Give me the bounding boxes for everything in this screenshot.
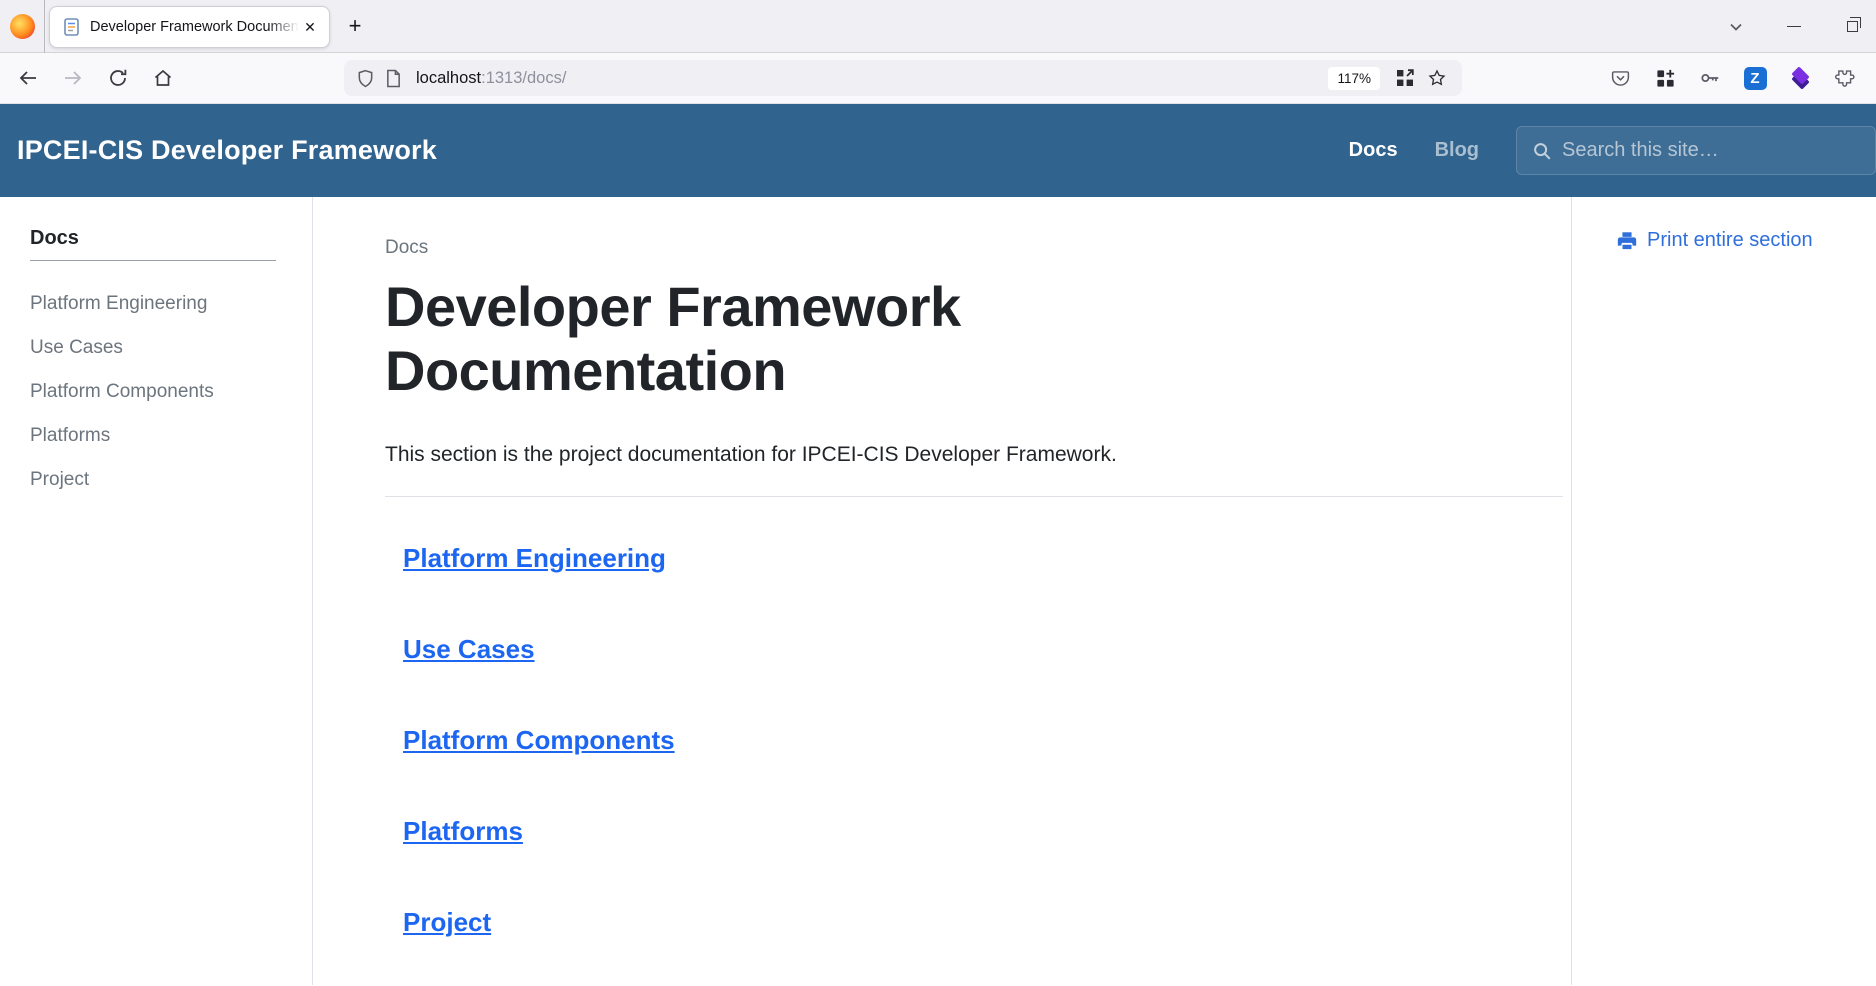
url-host: localhost	[416, 69, 481, 87]
password-manager-button[interactable]	[1692, 60, 1728, 96]
pocket-icon	[1610, 68, 1631, 89]
star-icon	[1427, 68, 1447, 88]
tab-title: Developer Framework Documen	[90, 19, 299, 35]
chevron-down-icon	[1728, 19, 1744, 35]
section-link-platform-components[interactable]: Platform Components	[403, 725, 675, 755]
restore-window-button[interactable]	[1836, 11, 1868, 43]
extensions-grid-icon	[1655, 68, 1676, 89]
list-item: Platform Engineering	[403, 541, 1563, 575]
list-all-tabs-button[interactable]	[1720, 11, 1752, 43]
puzzle-piece-icon	[1835, 68, 1856, 89]
bookmark-star-button[interactable]	[1422, 63, 1452, 93]
zoom-level-button[interactable]: 117%	[1328, 67, 1380, 90]
section-link-platform-engineering[interactable]: Platform Engineering	[403, 543, 666, 573]
print-link-label: Print entire section	[1647, 229, 1813, 252]
extensions-button[interactable]	[1647, 60, 1683, 96]
section-link-project[interactable]: Project	[403, 907, 491, 937]
nav-link-blog[interactable]: Blog	[1435, 139, 1479, 162]
list-item: Platform Components	[403, 723, 1563, 757]
minimize-icon	[1787, 26, 1801, 27]
minimize-button[interactable]	[1778, 11, 1810, 43]
content-divider	[385, 496, 1563, 497]
sidebar-divider	[30, 260, 276, 261]
url-text: localhost:1313/docs/	[416, 69, 1328, 88]
search-input[interactable]	[1562, 139, 1842, 162]
printer-icon	[1616, 230, 1638, 252]
forward-button[interactable]	[55, 60, 91, 96]
intro-paragraph: This section is the project documentatio…	[385, 440, 1563, 470]
content-area: Docs Platform Engineering Use Cases Plat…	[0, 197, 1876, 985]
zotero-extension-button[interactable]: Z	[1737, 60, 1773, 96]
home-icon	[153, 68, 173, 88]
search-icon	[1531, 140, 1553, 162]
page-permissions-icon[interactable]	[385, 69, 402, 88]
tab-strip-divider	[44, 0, 45, 53]
list-item: Project	[403, 905, 1563, 939]
section-index: Platform Engineering Use Cases Platform …	[403, 541, 1563, 939]
docs-sidebar: Docs Platform Engineering Use Cases Plat…	[0, 197, 313, 985]
print-entire-section-link[interactable]: Print entire section	[1616, 229, 1876, 252]
sidebar-item-platform-components[interactable]: Platform Components	[30, 379, 288, 405]
address-bar[interactable]: localhost:1313/docs/ 117%	[344, 60, 1462, 96]
list-item: Use Cases	[403, 632, 1563, 666]
sidebar-item-project[interactable]: Project	[30, 467, 288, 493]
grid-arrow-icon	[1395, 68, 1415, 88]
right-sidebar: Print entire section	[1571, 197, 1876, 985]
tracking-shield-icon[interactable]	[356, 69, 375, 88]
browser-window: Developer Framework Documen ✕ +	[0, 0, 1876, 986]
forward-arrow-icon	[63, 68, 83, 88]
page-action-grid-button[interactable]	[1390, 63, 1420, 93]
pocket-button[interactable]	[1602, 60, 1638, 96]
page-title: Developer Framework Documentation	[385, 275, 1145, 404]
site-search[interactable]	[1516, 126, 1876, 175]
list-item: Platforms	[403, 814, 1563, 848]
restore-icon	[1847, 21, 1858, 32]
key-icon	[1699, 67, 1721, 89]
home-button[interactable]	[145, 60, 181, 96]
sidebar-item-platforms[interactable]: Platforms	[30, 423, 288, 449]
site-brand[interactable]: IPCEI-CIS Developer Framework	[17, 135, 437, 166]
toolbar-extensions-area: Z	[1593, 60, 1863, 96]
firefox-icon	[10, 14, 35, 39]
section-link-use-cases[interactable]: Use Cases	[403, 634, 535, 664]
reload-button[interactable]	[100, 60, 136, 96]
site-navbar: IPCEI-CIS Developer Framework Docs Blog	[0, 104, 1876, 197]
nav-link-docs[interactable]: Docs	[1349, 139, 1398, 162]
sidebar-item-use-cases[interactable]: Use Cases	[30, 335, 288, 361]
back-arrow-icon	[18, 68, 38, 88]
breadcrumb: Docs	[385, 237, 1563, 259]
navigation-toolbar: localhost:1313/docs/ 117%	[0, 53, 1876, 104]
sidebar-heading-docs[interactable]: Docs	[30, 227, 79, 250]
sidebar-item-platform-engineering[interactable]: Platform Engineering	[30, 291, 288, 317]
url-path: :1313/docs/	[481, 69, 566, 87]
purple-layers-icon	[1788, 66, 1812, 90]
browser-tab[interactable]: Developer Framework Documen ✕	[49, 6, 330, 48]
tab-favicon-document-icon	[64, 18, 80, 36]
back-button[interactable]	[10, 60, 46, 96]
layers-extension-button[interactable]	[1782, 60, 1818, 96]
firefox-menu-button[interactable]	[0, 0, 44, 53]
reload-icon	[108, 68, 128, 88]
addons-button[interactable]	[1827, 60, 1863, 96]
tab-close-icon[interactable]: ✕	[299, 16, 321, 38]
main-content: Docs Developer Framework Documentation T…	[313, 197, 1571, 985]
zotero-icon: Z	[1744, 67, 1767, 90]
tab-bar: Developer Framework Documen ✕ +	[0, 0, 1876, 53]
section-link-platforms[interactable]: Platforms	[403, 816, 523, 846]
new-tab-button[interactable]: +	[338, 9, 372, 43]
